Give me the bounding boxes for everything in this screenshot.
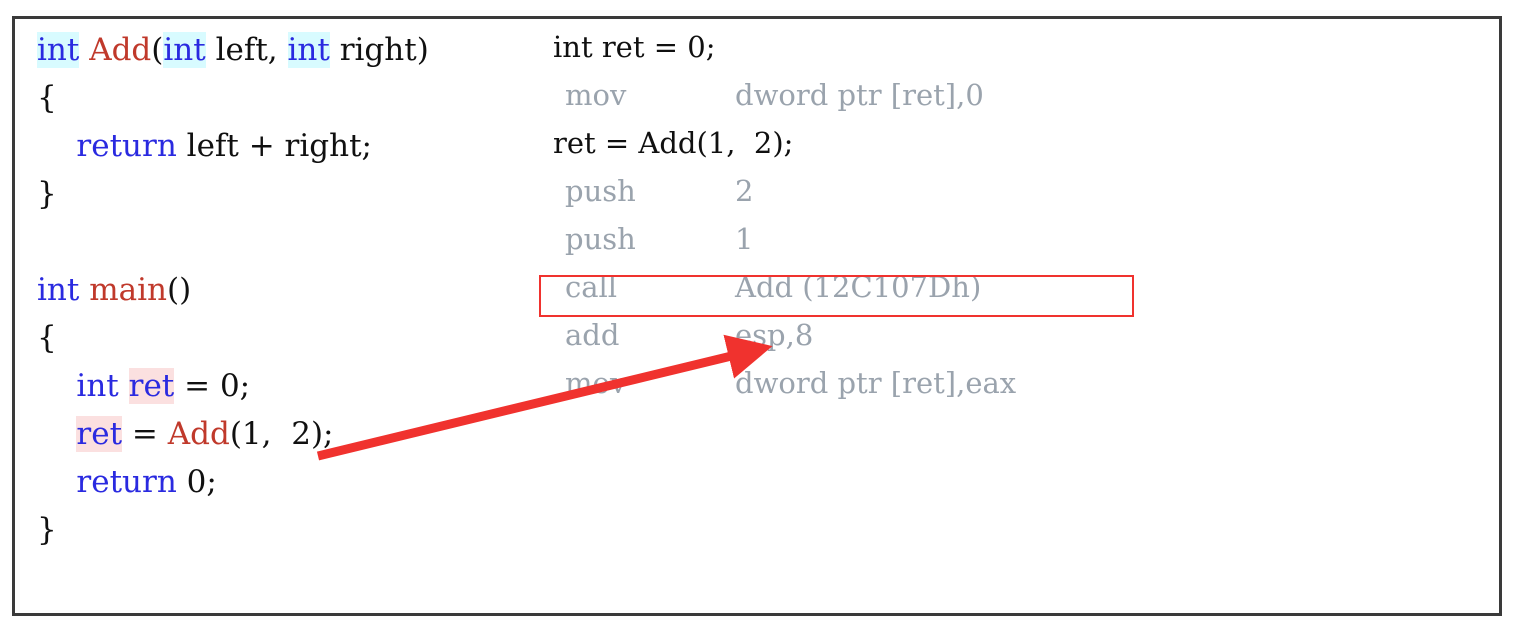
token: left, bbox=[205, 32, 288, 68]
token: return bbox=[76, 464, 177, 500]
token: ; bbox=[206, 464, 217, 500]
instruction-operands: dword ptr [ret],eax bbox=[735, 366, 1017, 400]
token: ret bbox=[76, 416, 123, 452]
token: int bbox=[76, 368, 119, 404]
source-line-main-return[interactable]: return 0; bbox=[37, 467, 429, 515]
token: return bbox=[76, 128, 177, 164]
instruction-operands: dword ptr [ret],0 bbox=[735, 78, 984, 112]
token: = bbox=[122, 416, 168, 452]
disasm-instruction-row[interactable]: push 1 bbox=[545, 225, 1016, 273]
source-line-main-open-brace[interactable]: { bbox=[37, 323, 429, 371]
token: 2 bbox=[291, 416, 311, 452]
instruction-mnemonic: push bbox=[565, 174, 636, 208]
disasm-source-text: ret = Add(1, 2); bbox=[553, 126, 794, 160]
token: ( bbox=[151, 32, 164, 68]
token: int bbox=[163, 32, 206, 68]
token: { bbox=[37, 320, 57, 356]
token: } bbox=[37, 512, 57, 548]
screenshot-root: int Add(int left, int right){ return lef… bbox=[0, 0, 1516, 634]
token: 1 bbox=[241, 416, 262, 452]
token: left + right; bbox=[176, 128, 372, 164]
instruction-mnemonic: call bbox=[565, 270, 618, 304]
token: { bbox=[37, 80, 57, 116]
code-comparison-frame: int Add(int left, int right){ return lef… bbox=[12, 16, 1502, 616]
source-line-main-call-add[interactable]: ret = Add(1, 2); bbox=[37, 416, 429, 467]
instruction-mnemonic: mov bbox=[565, 366, 627, 400]
token: ( bbox=[229, 416, 242, 452]
instruction-operands: 2 bbox=[735, 174, 754, 208]
instruction-operands: esp,8 bbox=[735, 318, 814, 352]
token: int bbox=[287, 32, 330, 68]
source-line-main-close-brace[interactable]: } bbox=[37, 515, 429, 563]
token: = bbox=[174, 368, 220, 404]
disasm-instruction-row[interactable]: push 2 bbox=[545, 177, 1016, 225]
token: 0 bbox=[219, 368, 240, 404]
token: () bbox=[166, 272, 192, 308]
token: right) bbox=[329, 32, 429, 68]
token: Add bbox=[89, 32, 152, 68]
token: main bbox=[89, 272, 167, 308]
disasm-instruction-row[interactable]: add esp,8 bbox=[545, 321, 1016, 369]
source-line-fn-signature[interactable]: int Add(int left, int right) bbox=[37, 32, 429, 83]
token: ret bbox=[128, 368, 175, 404]
token: 0 bbox=[186, 464, 207, 500]
disasm-source-line[interactable]: ret = Add(1, 2); bbox=[545, 129, 1016, 177]
token: , bbox=[261, 416, 292, 452]
token: int bbox=[37, 32, 80, 68]
disasm-source-text: int ret = 0; bbox=[553, 30, 716, 64]
disasm-instruction-row[interactable]: mov dword ptr [ret],eax bbox=[545, 369, 1016, 417]
source-line-add-close-brace[interactable]: } bbox=[37, 179, 429, 227]
source-line-add-return[interactable]: return left + right; bbox=[37, 131, 429, 179]
source-line-blank-1[interactable] bbox=[37, 227, 429, 275]
disassembly-lines: int ret = 0; mov dword ptr [ret],0 ret = Ad… bbox=[539, 33, 1134, 417]
instruction-mnemonic: add bbox=[565, 318, 620, 352]
source-line-main-decl-ret[interactable]: int ret = 0; bbox=[37, 368, 429, 419]
instruction-operands: 1 bbox=[735, 222, 754, 256]
token: int bbox=[37, 272, 80, 308]
token: ; bbox=[239, 368, 251, 404]
instruction-mnemonic: push bbox=[565, 222, 636, 256]
token: Add bbox=[167, 416, 230, 452]
token: } bbox=[37, 176, 57, 212]
instruction-operands: Add (12C107Dh) bbox=[735, 270, 982, 304]
disasm-instruction-row[interactable]: mov dword ptr [ret],0 bbox=[545, 81, 1016, 129]
disasm-source-line[interactable]: int ret = 0; bbox=[545, 33, 1016, 81]
instruction-mnemonic: mov bbox=[565, 78, 627, 112]
source-code-lines: int Add(int left, int right){ return lef… bbox=[37, 32, 429, 563]
source-line-add-open-brace[interactable]: { bbox=[37, 83, 429, 131]
source-line-main-signature[interactable]: int main() bbox=[37, 275, 429, 323]
token: ); bbox=[310, 416, 334, 452]
disasm-instruction-row[interactable]: call Add (12C107Dh) bbox=[545, 273, 1016, 321]
